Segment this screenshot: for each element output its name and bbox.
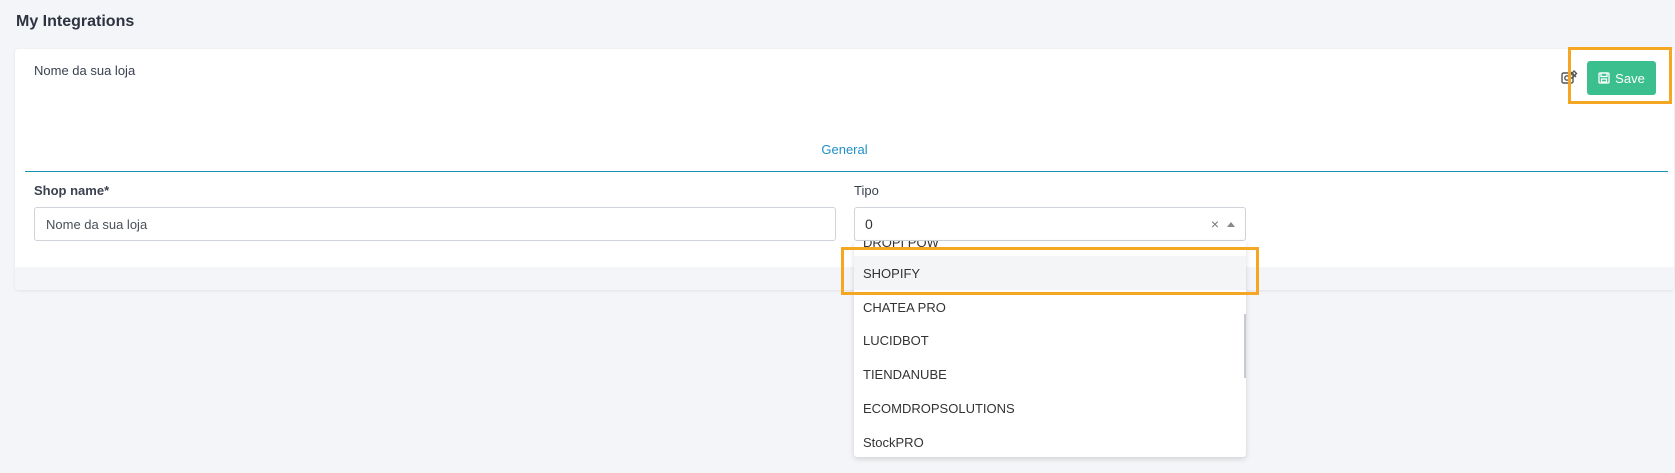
- card-header-name: Nome da sua loja: [34, 63, 136, 78]
- dropdown-option[interactable]: LUCIDBOT: [854, 323, 1246, 357]
- tipo-dropdown: DROPI POW SHOPIFY CHATEA PRO LUCIDBOT TI…: [854, 241, 1246, 457]
- integration-card: Nome da sua loja Save General: [15, 49, 1674, 290]
- tipo-select[interactable]: 0 ×: [854, 207, 1246, 241]
- dropdown-option-shopify[interactable]: SHOPIFY: [854, 256, 1246, 290]
- shop-name-input[interactable]: Nome da sua loja: [34, 207, 836, 241]
- card-footer: [15, 267, 1674, 290]
- shop-name-label: Shop name*: [34, 183, 110, 198]
- dropdown-option[interactable]: ECOMDROPSOLUTIONS: [854, 391, 1246, 425]
- dropdown-option[interactable]: StockPRO: [854, 425, 1246, 457]
- caret-up-icon[interactable]: [1227, 222, 1235, 227]
- tipo-label: Tipo: [854, 183, 879, 198]
- tab-underline: [25, 171, 1668, 172]
- tab-general[interactable]: General: [15, 142, 1674, 157]
- dropdown-option[interactable]: CHATEA PRO: [854, 290, 1246, 324]
- save-button[interactable]: Save: [1587, 61, 1656, 95]
- tipo-selected-value: 0: [865, 216, 873, 232]
- dropdown-option[interactable]: TIENDANUBE: [854, 357, 1246, 391]
- floppy-disk-icon: [1598, 72, 1610, 84]
- close-icon[interactable]: ×: [1211, 216, 1219, 232]
- edit-image-icon[interactable]: [1560, 69, 1578, 87]
- page-title: My Integrations: [16, 13, 135, 30]
- dropdown-scrollbar[interactable]: [1244, 314, 1246, 378]
- save-label: Save: [1615, 70, 1645, 86]
